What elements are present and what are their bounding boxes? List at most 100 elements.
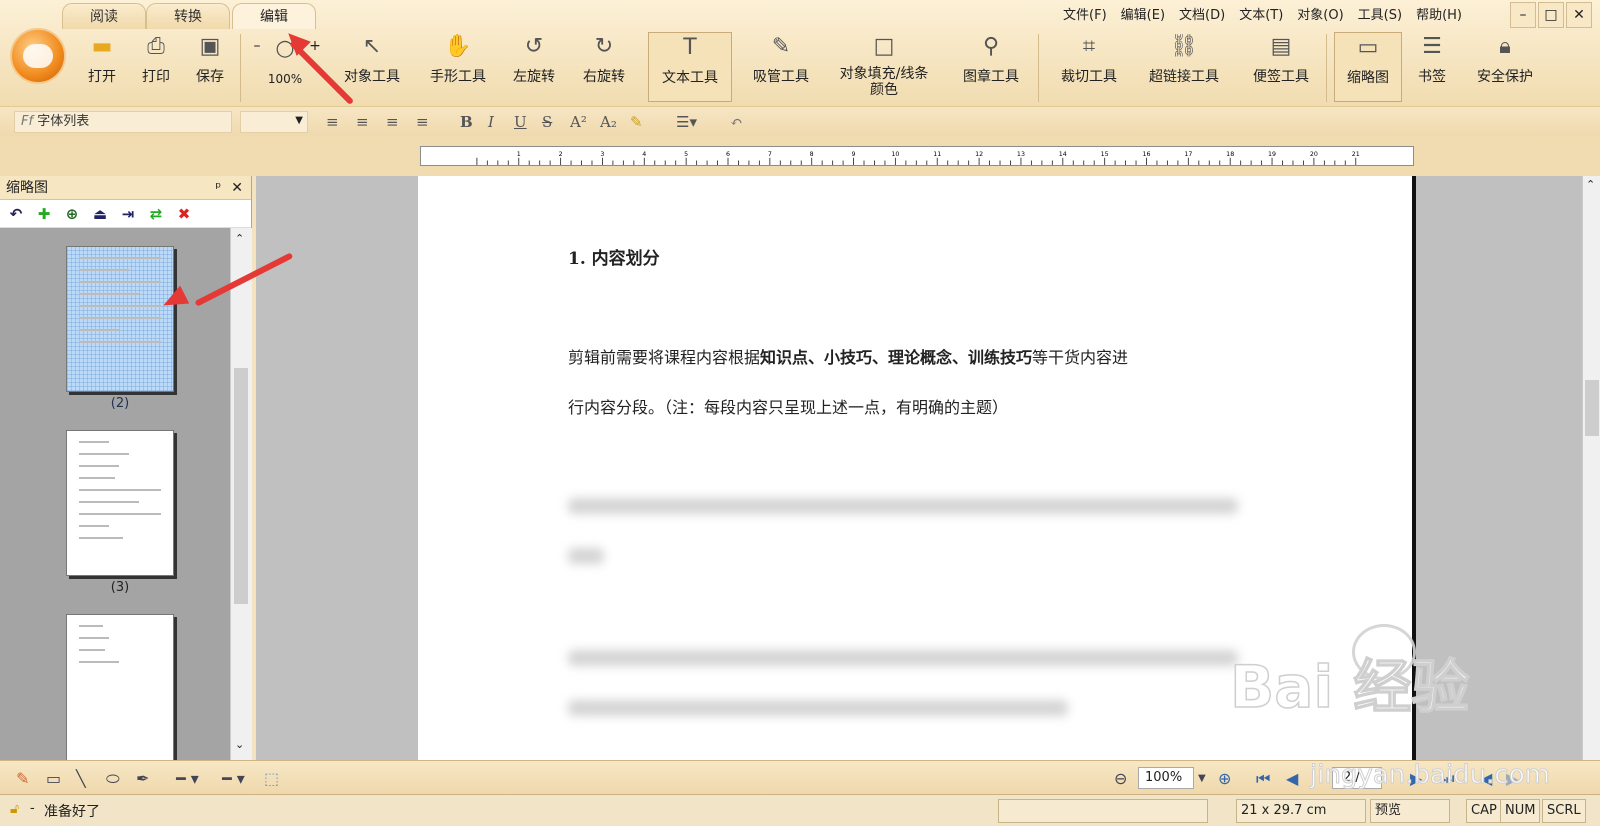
- pin-icon[interactable]: ᵖ: [215, 176, 221, 200]
- line-weight-icon[interactable]: ━ ▾: [176, 769, 199, 788]
- watermark-url: jingyan.baidu.com: [1310, 760, 1551, 791]
- zoom-select[interactable]: 100%: [1138, 767, 1194, 789]
- prev-page-icon[interactable]: ◀: [1286, 769, 1298, 788]
- extract-page-icon[interactable]: ⏏: [92, 205, 108, 223]
- note-icon: ▤: [1270, 34, 1292, 59]
- delete-page-icon[interactable]: ✖: [176, 205, 192, 223]
- eyedropper-tool-button[interactable]: ✎ 吸管工具: [748, 34, 814, 86]
- hyperlink-tool-button[interactable]: ⛓ 超链接工具: [1142, 34, 1226, 86]
- bold-button[interactable]: B: [460, 113, 473, 131]
- ruler-label: 18: [1226, 151, 1234, 158]
- ruler-label: 9: [852, 151, 856, 158]
- line-dash-icon[interactable]: ━ ▾: [222, 769, 245, 788]
- page-thumbnail-4[interactable]: [66, 614, 174, 760]
- separator: [1038, 34, 1039, 102]
- ruler-label: 2: [559, 151, 563, 158]
- menu-text[interactable]: 文本(T): [1239, 4, 1283, 23]
- hand-icon: ✋: [444, 34, 472, 59]
- font-icon: Ff: [21, 114, 38, 129]
- underline-button[interactable]: U: [514, 113, 527, 131]
- subscript-button[interactable]: A₂: [600, 113, 617, 131]
- save-button[interactable]: ▣ 保存: [192, 34, 228, 86]
- ellipse-icon[interactable]: ⬭: [106, 769, 120, 789]
- security-button[interactable]: 🔒︎ 安全保护: [1470, 34, 1540, 86]
- zoom-out-button[interactable]: –: [250, 38, 264, 54]
- rectangle-icon[interactable]: ▭: [46, 769, 61, 788]
- strikethrough-button[interactable]: S: [542, 113, 552, 131]
- highlight-icon[interactable]: ✎: [630, 113, 643, 131]
- rotate-page-icon[interactable]: ↶: [8, 205, 24, 223]
- print-button[interactable]: ⎙ 打印: [138, 34, 174, 86]
- minimize-button[interactable]: –: [1510, 2, 1536, 28]
- menu-document[interactable]: 文档(D): [1179, 4, 1225, 23]
- app-logo[interactable]: [10, 28, 66, 84]
- align-right-icon[interactable]: ≡: [386, 113, 399, 131]
- export-page-icon[interactable]: ⇥: [120, 205, 136, 223]
- pencil-icon[interactable]: ✎: [16, 769, 29, 788]
- ruler-label: 11: [933, 151, 941, 158]
- document-scrollbar[interactable]: ⌃: [1582, 176, 1600, 760]
- scroll-down-icon[interactable]: ⌄: [235, 738, 244, 751]
- menu-edit[interactable]: 编辑(E): [1121, 4, 1165, 23]
- format-toolbar: Ff 字体列表 ▼ ≡ ≡ ≡ ≡ B I U S A² A₂ ✎ ☰▾ ↶: [0, 106, 1600, 136]
- undo-icon[interactable]: ↶: [730, 113, 743, 131]
- select-area-icon[interactable]: ⬚: [264, 769, 279, 788]
- hand-tool-button[interactable]: ✋ 手形工具: [424, 34, 492, 86]
- align-left-icon[interactable]: ≡: [326, 113, 339, 131]
- menu-object[interactable]: 对象(O): [1297, 4, 1343, 23]
- maximize-button[interactable]: □: [1538, 2, 1564, 28]
- page-thumbnail-2[interactable]: [66, 246, 174, 392]
- replace-page-icon[interactable]: ⇄: [148, 205, 164, 223]
- zoom-in-icon[interactable]: ⊕: [1218, 769, 1231, 788]
- thumbnail-list: (2) (3): [0, 228, 230, 760]
- menu-file[interactable]: 文件(F): [1063, 4, 1107, 23]
- rotate-right-button[interactable]: ↻ 右旋转: [578, 34, 630, 86]
- line-style-icon[interactable]: ☰▾: [676, 113, 697, 131]
- menu-help[interactable]: 帮助(H): [1416, 4, 1462, 23]
- bookmark-button[interactable]: ☰ 书签: [1414, 34, 1450, 86]
- italic-button[interactable]: I: [488, 113, 494, 131]
- chevron-down-icon[interactable]: ▼: [1198, 773, 1206, 784]
- pen-icon[interactable]: ✒: [136, 769, 149, 788]
- thumbnail-button[interactable]: ▭ 缩略图: [1334, 32, 1402, 102]
- fill-line-color-button[interactable]: □ 对象填充/线条 颜色: [832, 34, 936, 98]
- scrollbar-thumb[interactable]: [1585, 380, 1599, 436]
- open-button[interactable]: ▬ 打开: [84, 34, 120, 86]
- thumbnail-scrollbar[interactable]: ⌃ ⌄: [230, 228, 252, 760]
- stamp-tool-button[interactable]: ⚲ 图章工具: [958, 34, 1024, 86]
- num-indicator: NUM: [1500, 799, 1541, 823]
- stamp-icon: ⚲: [982, 34, 1000, 59]
- text-tool-button[interactable]: T 文本工具: [648, 32, 732, 102]
- close-button[interactable]: ✕: [1566, 2, 1592, 28]
- tab-convert[interactable]: 转换: [146, 3, 230, 29]
- line-icon[interactable]: ╲: [76, 769, 86, 788]
- doc-heading: 1. 内容划分: [568, 249, 660, 269]
- app-window: 阅读 转换 编辑 文件(F) 编辑(E) 文档(D) 文本(T) 对象(O) 工…: [0, 0, 1600, 826]
- font-list-select[interactable]: Ff 字体列表: [14, 111, 232, 133]
- doc-paragraph: 剪辑前需要将课程内容根据知识点、小技巧、理论概念、训练技巧等干货内容进: [568, 348, 1129, 367]
- scroll-up-icon[interactable]: ⌃: [1586, 178, 1595, 191]
- zoom-out-icon[interactable]: ⊖: [1114, 769, 1127, 788]
- menu-tools[interactable]: 工具(S): [1358, 4, 1402, 23]
- note-tool-button[interactable]: ▤ 便签工具: [1248, 34, 1314, 86]
- thumbnail-tools: ↶ ✚ ⊕ ⏏ ⇥ ⇄ ✖: [0, 200, 251, 228]
- scrollbar-thumb[interactable]: [234, 368, 248, 604]
- status-ready: 准备好了: [44, 804, 100, 820]
- insert-page-icon[interactable]: ⊕: [64, 205, 80, 223]
- page-thumbnail-3[interactable]: [66, 430, 174, 576]
- ruler-label: 17: [1184, 151, 1192, 158]
- object-tool-button[interactable]: ↖ 对象工具: [338, 34, 406, 86]
- tab-read[interactable]: 阅读: [62, 3, 146, 29]
- first-page-icon[interactable]: ⏮: [1256, 769, 1270, 789]
- superscript-button[interactable]: A²: [570, 113, 587, 131]
- rotate-left-button[interactable]: ↺ 左旋转: [508, 34, 560, 86]
- align-justify-icon[interactable]: ≡: [416, 113, 429, 131]
- tab-edit[interactable]: 编辑: [232, 3, 316, 29]
- panel-close-icon[interactable]: ✕: [231, 176, 243, 200]
- align-center-icon[interactable]: ≡: [356, 113, 369, 131]
- font-size-select[interactable]: ▼: [240, 111, 308, 133]
- crop-tool-button[interactable]: ⌗ 裁切工具: [1056, 34, 1122, 86]
- crop-icon: ⌗: [1082, 34, 1096, 59]
- scroll-up-icon[interactable]: ⌃: [235, 232, 244, 245]
- add-page-icon[interactable]: ✚: [36, 205, 52, 223]
